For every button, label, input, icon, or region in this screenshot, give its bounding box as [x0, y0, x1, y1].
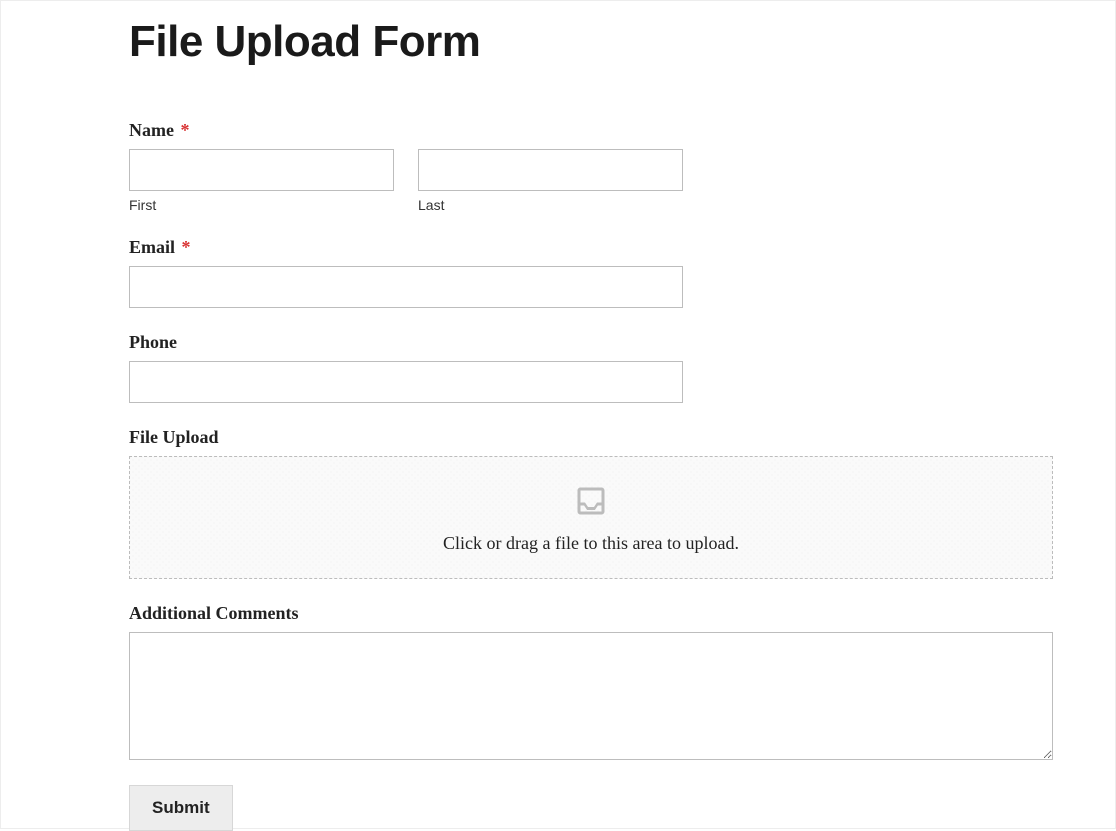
- email-input[interactable]: [129, 266, 683, 308]
- field-file-upload: File Upload Click or drag a file to this…: [129, 427, 1055, 579]
- name-last-col: Last: [418, 149, 683, 213]
- field-email: Email *: [129, 237, 1055, 308]
- label-comments: Additional Comments: [129, 603, 1055, 624]
- label-file-upload: File Upload: [129, 427, 1055, 448]
- file-upload-dropzone[interactable]: Click or drag a file to this area to upl…: [129, 456, 1053, 579]
- required-marker-icon: *: [182, 237, 191, 257]
- form-content: File Upload Form Name * First Last E: [129, 1, 1055, 831]
- last-name-sublabel: Last: [418, 197, 683, 213]
- label-name-text: Name: [129, 120, 174, 140]
- label-phone: Phone: [129, 332, 1055, 353]
- label-email-text: Email: [129, 237, 175, 257]
- field-comments: Additional Comments: [129, 603, 1055, 765]
- phone-input[interactable]: [129, 361, 683, 403]
- label-name: Name *: [129, 120, 1055, 141]
- form-title: File Upload Form: [129, 17, 1055, 68]
- inbox-icon: [140, 483, 1042, 519]
- first-name-sublabel: First: [129, 197, 394, 213]
- form-container: File Upload Form Name * First Last E: [0, 0, 1116, 829]
- file-upload-drop-text: Click or drag a file to this area to upl…: [140, 533, 1042, 554]
- required-marker-icon: *: [180, 120, 189, 140]
- submit-button[interactable]: Submit: [129, 785, 233, 831]
- field-phone: Phone: [129, 332, 1055, 403]
- label-email: Email *: [129, 237, 1055, 258]
- comments-textarea[interactable]: [129, 632, 1053, 760]
- name-first-col: First: [129, 149, 394, 213]
- first-name-input[interactable]: [129, 149, 394, 191]
- field-name: Name * First Last: [129, 120, 1055, 213]
- last-name-input[interactable]: [418, 149, 683, 191]
- name-row: First Last: [129, 149, 683, 213]
